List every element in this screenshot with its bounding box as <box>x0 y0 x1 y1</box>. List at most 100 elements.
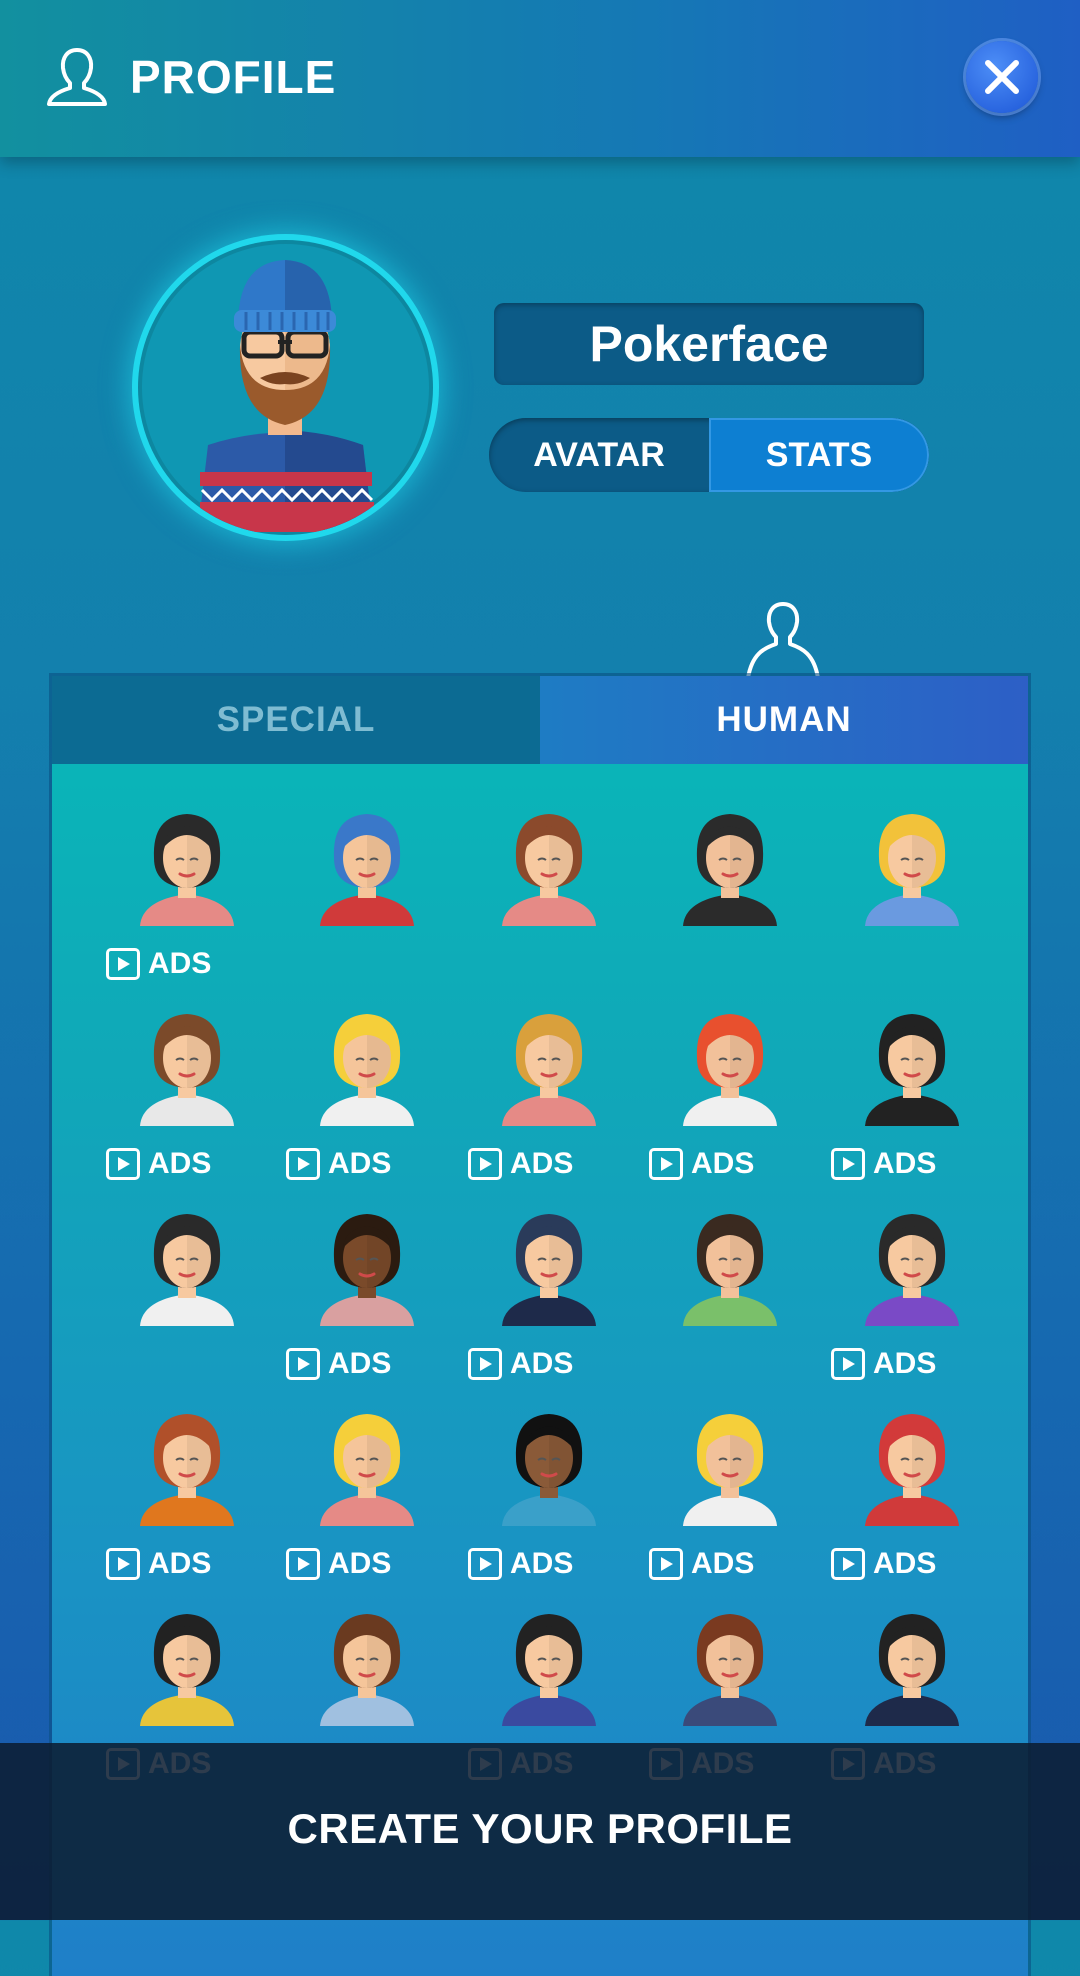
play-video-icon <box>468 1548 502 1580</box>
avatar-portrait-icon <box>320 1614 414 1726</box>
avatar-option-woman-blonde-bow[interactable]: ADS <box>272 1008 462 1208</box>
avatar-option-man-long-hair-beard[interactable]: ADS <box>454 1008 644 1208</box>
watch-ad-badge[interactable]: ADS <box>286 1344 391 1384</box>
play-video-icon <box>106 1148 140 1180</box>
ads-label: ADS <box>148 1147 212 1180</box>
avatar-portrait-icon <box>683 1214 777 1326</box>
header-bar: PROFILE <box>0 0 1080 157</box>
avatar-portrait-icon <box>140 1614 234 1726</box>
avatar-option-man-bald-mustache[interactable] <box>635 1208 825 1408</box>
play-video-icon <box>106 948 140 980</box>
avatar-option-woman-ponytail[interactable] <box>92 1208 282 1408</box>
avatar-portrait-icon <box>683 1614 777 1726</box>
avatar-portrait-icon <box>865 814 959 926</box>
avatar-option-man-dark-skin[interactable]: ADS <box>272 1208 462 1408</box>
avatar-option-woman-fedora[interactable]: ADS <box>454 1208 644 1408</box>
ads-label: ADS <box>148 1547 212 1580</box>
ads-label: ADS <box>510 1547 574 1580</box>
watch-ad-badge[interactable]: ADS <box>468 1144 573 1184</box>
avatar-option-woman-black-hair[interactable]: ADS <box>92 808 282 1008</box>
ads-label: ADS <box>873 1347 937 1380</box>
play-video-icon <box>649 1148 683 1180</box>
create-profile-label: CREATE YOUR PROFILE <box>287 1805 793 1852</box>
avatar-portrait-icon <box>502 814 596 926</box>
avatar-portrait-icon <box>140 1214 234 1326</box>
watch-ad-badge[interactable]: ADS <box>649 1544 754 1584</box>
avatar-portrait-icon <box>683 1014 777 1126</box>
user-icon <box>47 48 107 106</box>
tab-special[interactable]: SPECIAL <box>52 676 540 764</box>
avatar-option-woman-blonde-wavy[interactable] <box>817 808 1007 1008</box>
watch-ad-badge[interactable]: ADS <box>106 944 211 984</box>
ads-label: ADS <box>691 1147 755 1180</box>
avatar-option-woman-blonde-bob[interactable]: ADS <box>635 1408 825 1608</box>
page-title: PROFILE <box>130 51 337 103</box>
avatar-portrait-icon <box>865 1414 959 1526</box>
watch-ad-badge[interactable]: ADS <box>831 1144 936 1184</box>
avatar-portrait-icon <box>502 1014 596 1126</box>
avatar-option-man-hipster-glasses[interactable]: ADS <box>92 1008 282 1208</box>
watch-ad-badge[interactable]: ADS <box>468 1544 573 1584</box>
avatar-portrait-icon <box>865 1214 959 1326</box>
play-video-icon <box>468 1348 502 1380</box>
toggle-stats[interactable]: STATS <box>709 418 929 492</box>
bottom-banner[interactable]: CREATE YOUR PROFILE <box>0 1743 1080 1920</box>
close-button[interactable] <box>966 41 1038 113</box>
watch-ad-badge[interactable]: ADS <box>831 1544 936 1584</box>
avatar-option-woman-pigtails[interactable]: ADS <box>817 1208 1007 1408</box>
current-avatar[interactable] <box>138 240 433 535</box>
avatar-portrait-icon <box>320 1214 414 1326</box>
avatar-option-man-top-hat[interactable]: ADS <box>817 1008 1007 1208</box>
watch-ad-badge[interactable]: ADS <box>106 1544 211 1584</box>
avatar-option-woman-blonde-curly[interactable]: ADS <box>272 1408 462 1608</box>
avatar-portrait-icon <box>502 1614 596 1726</box>
avatar-portrait-icon <box>320 1414 414 1526</box>
play-video-icon <box>831 1348 865 1380</box>
avatar-option-man-sideburns-glasses[interactable] <box>635 808 825 1008</box>
avatar-option-man-beanie[interactable] <box>272 808 462 1008</box>
ads-label: ADS <box>873 1147 937 1180</box>
avatar-portrait-icon <box>502 1214 596 1326</box>
watch-ad-badge[interactable]: ADS <box>649 1144 754 1184</box>
ads-label: ADS <box>328 1347 392 1380</box>
play-video-icon <box>649 1548 683 1580</box>
play-video-icon <box>286 1148 320 1180</box>
ads-label: ADS <box>873 1547 937 1580</box>
avatar-option-man-afro[interactable]: ADS <box>454 1408 644 1608</box>
ads-label: ADS <box>328 1147 392 1180</box>
play-video-icon <box>831 1548 865 1580</box>
avatar-portrait-icon <box>140 1014 234 1126</box>
play-video-icon <box>106 1548 140 1580</box>
human-tab-icon <box>746 602 820 680</box>
play-video-icon <box>286 1548 320 1580</box>
ads-label: ADS <box>691 1547 755 1580</box>
avatar-portrait-icon <box>320 814 414 926</box>
toggle-avatar[interactable]: AVATAR <box>489 418 709 492</box>
ads-label: ADS <box>328 1547 392 1580</box>
watch-ad-badge[interactable]: ADS <box>106 1144 211 1184</box>
close-icon <box>985 60 1019 94</box>
watch-ad-badge[interactable]: ADS <box>831 1344 936 1384</box>
avatar-option-woman-bob[interactable] <box>454 808 644 1008</box>
avatar-portrait-icon <box>683 1414 777 1526</box>
player-name[interactable]: Pokerface <box>494 303 924 385</box>
avatar-portrait-icon <box>865 1014 959 1126</box>
avatar-option-man-ginger-beard[interactable]: ADS <box>92 1408 282 1608</box>
avatar-option-man-red-hat[interactable]: ADS <box>817 1408 1007 1608</box>
avatar-portrait-icon <box>683 814 777 926</box>
avatar-portrait-icon <box>502 1414 596 1526</box>
watch-ad-badge[interactable]: ADS <box>468 1344 573 1384</box>
watch-ad-badge[interactable]: ADS <box>286 1544 391 1584</box>
ads-label: ADS <box>148 947 212 980</box>
play-video-icon <box>286 1348 320 1380</box>
tab-human[interactable]: HUMAN <box>540 676 1028 764</box>
avatar-portrait-icon <box>865 1614 959 1726</box>
avatar-portrait-icon <box>320 1014 414 1126</box>
avatar-stats-toggle: AVATAR STATS <box>489 418 929 492</box>
play-video-icon <box>831 1148 865 1180</box>
watch-ad-badge[interactable]: ADS <box>286 1144 391 1184</box>
play-video-icon <box>468 1148 502 1180</box>
avatar-option-woman-red-curly[interactable]: ADS <box>635 1008 825 1208</box>
ads-label: ADS <box>510 1147 574 1180</box>
ads-label: ADS <box>510 1347 574 1380</box>
